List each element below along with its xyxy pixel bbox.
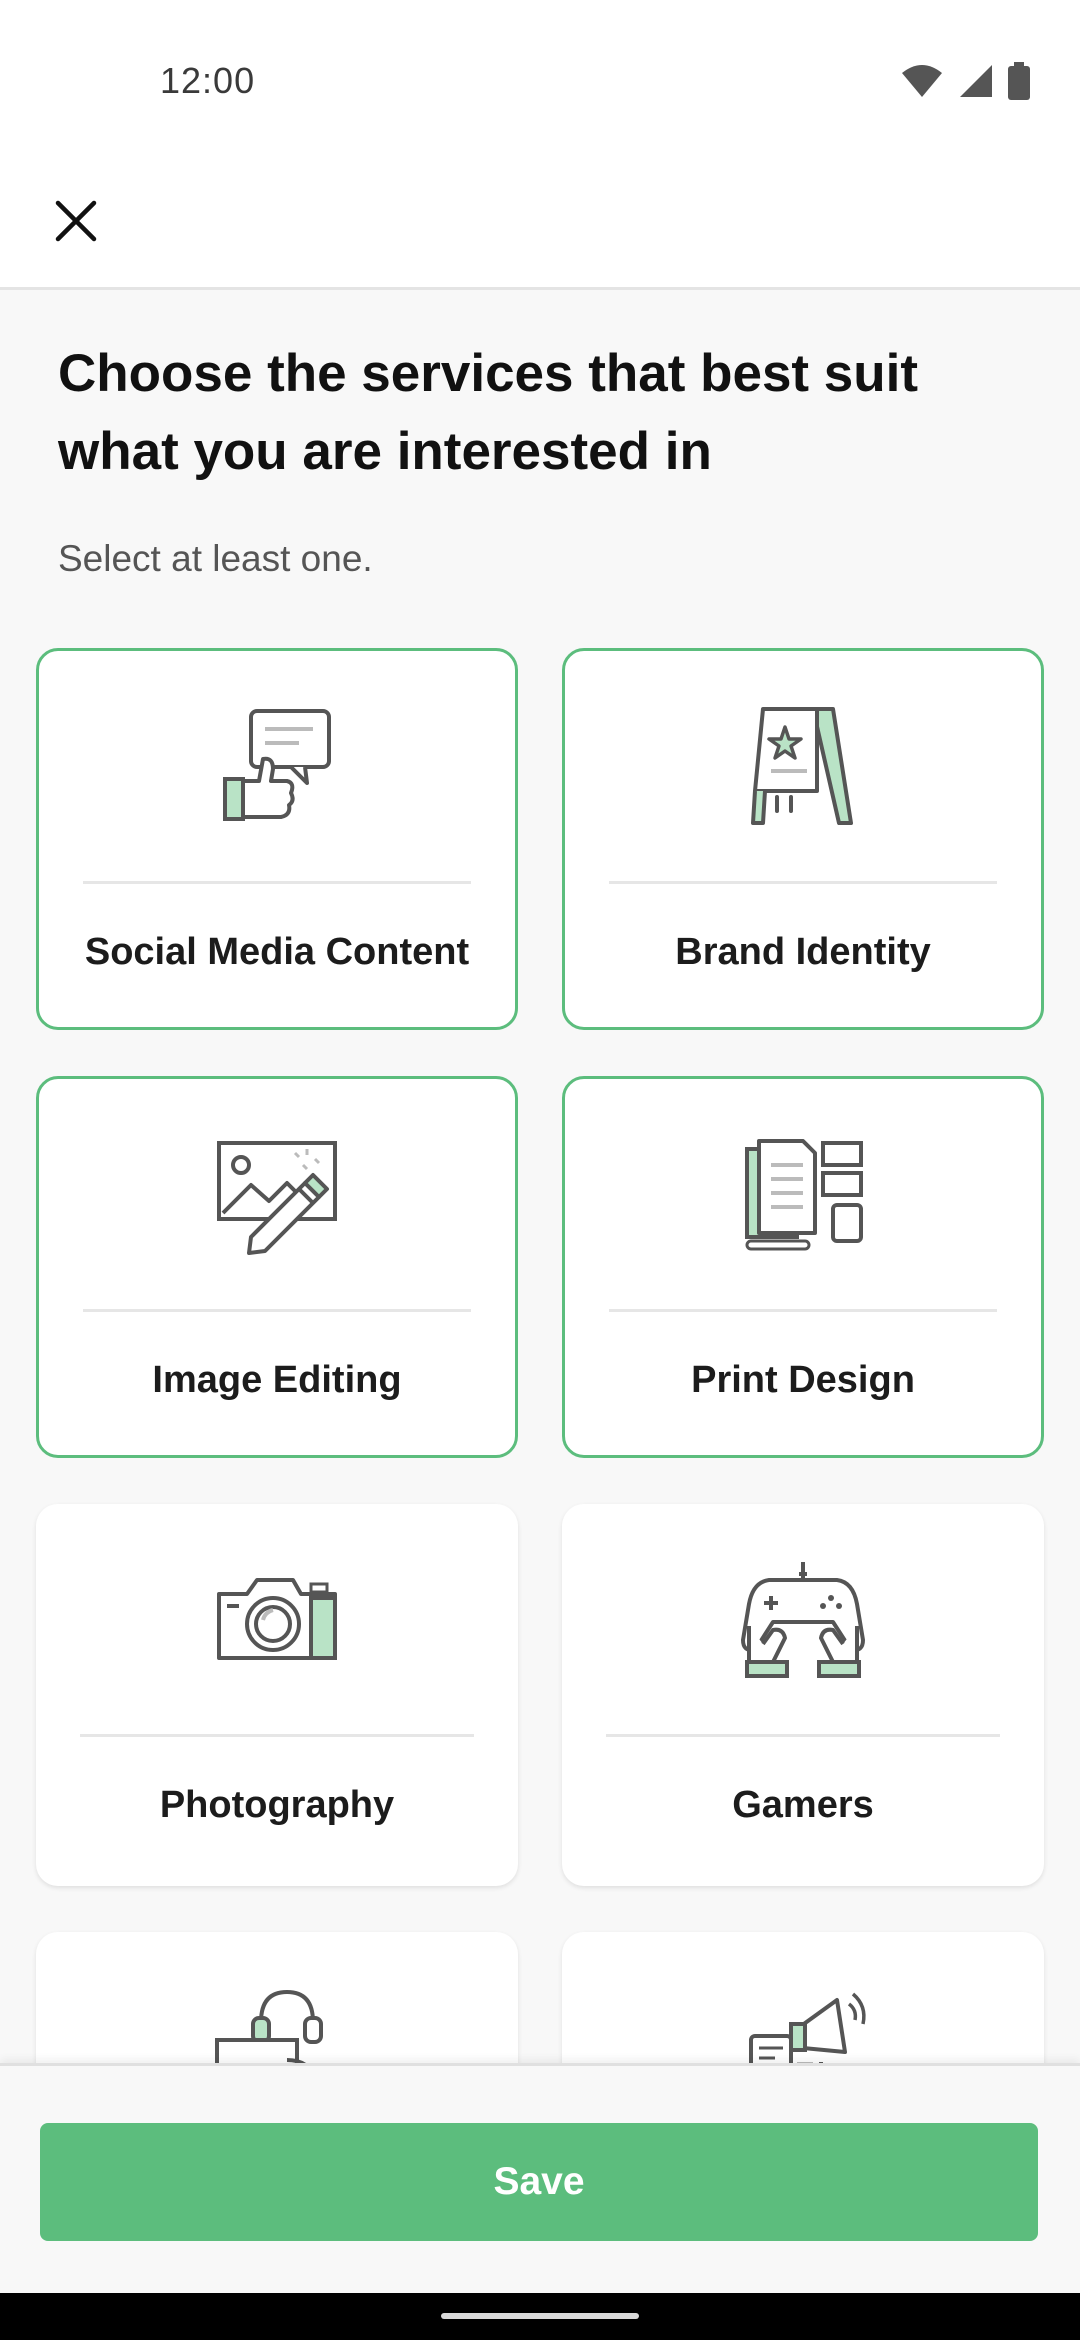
headset-support-icon <box>207 1982 347 2063</box>
home-gesture-handle[interactable] <box>441 2313 639 2319</box>
service-card-support[interactable] <box>36 1932 518 2063</box>
service-card-brand-identity[interactable]: Brand Identity <box>562 648 1044 1030</box>
cellular-signal-icon <box>960 65 992 97</box>
bottom-action-bar: Save <box>0 2063 1080 2293</box>
service-label: Brand Identity <box>675 931 931 973</box>
card-divider <box>80 1734 474 1737</box>
card-divider <box>609 1309 997 1312</box>
service-label: Social Media Content <box>84 931 470 973</box>
card-divider <box>606 1734 1000 1737</box>
page-title: Choose the services that best suit what … <box>58 344 919 481</box>
service-card-photography[interactable]: Photography <box>36 1504 518 1886</box>
service-label: Photography <box>159 1784 395 1826</box>
service-label: Image Editing <box>152 1359 402 1401</box>
save-button[interactable]: Save <box>40 2123 1038 2241</box>
page-subtitle: Select at least one. <box>58 538 373 579</box>
camera-icon <box>207 1554 347 1684</box>
close-button[interactable] <box>40 185 112 257</box>
close-icon <box>55 200 97 242</box>
status-icons <box>900 62 1030 100</box>
megaphone-marketing-icon <box>733 1982 873 2063</box>
card-divider <box>83 1309 471 1312</box>
service-label: Gamers <box>732 1784 874 1826</box>
status-time: 12:00 <box>160 60 256 101</box>
service-card-image-editing[interactable]: Image Editing <box>36 1076 518 1458</box>
service-card-print-design[interactable]: Print Design <box>562 1076 1044 1458</box>
service-card-gamers[interactable]: Gamers <box>562 1504 1044 1886</box>
main-content[interactable]: Choose the services that best suit what … <box>0 293 1080 2063</box>
service-label: Print Design <box>691 1359 915 1401</box>
status-bar: 12:00 <box>0 0 1080 165</box>
toolbar <box>0 165 1080 290</box>
card-divider <box>609 881 997 884</box>
signboard-star-icon <box>733 701 873 831</box>
gamepad-hands-icon <box>733 1554 873 1684</box>
social-media-thumbs-up-icon <box>207 701 347 831</box>
service-card-social-media-content[interactable]: Social Media Content <box>36 648 518 1030</box>
card-divider <box>83 881 471 884</box>
print-documents-icon <box>733 1129 873 1259</box>
image-edit-pen-icon <box>207 1129 347 1259</box>
service-card-marketing[interactable] <box>562 1932 1044 2063</box>
system-navigation-bar <box>0 2293 1080 2340</box>
wifi-icon <box>902 65 942 97</box>
battery-icon <box>1008 62 1030 100</box>
